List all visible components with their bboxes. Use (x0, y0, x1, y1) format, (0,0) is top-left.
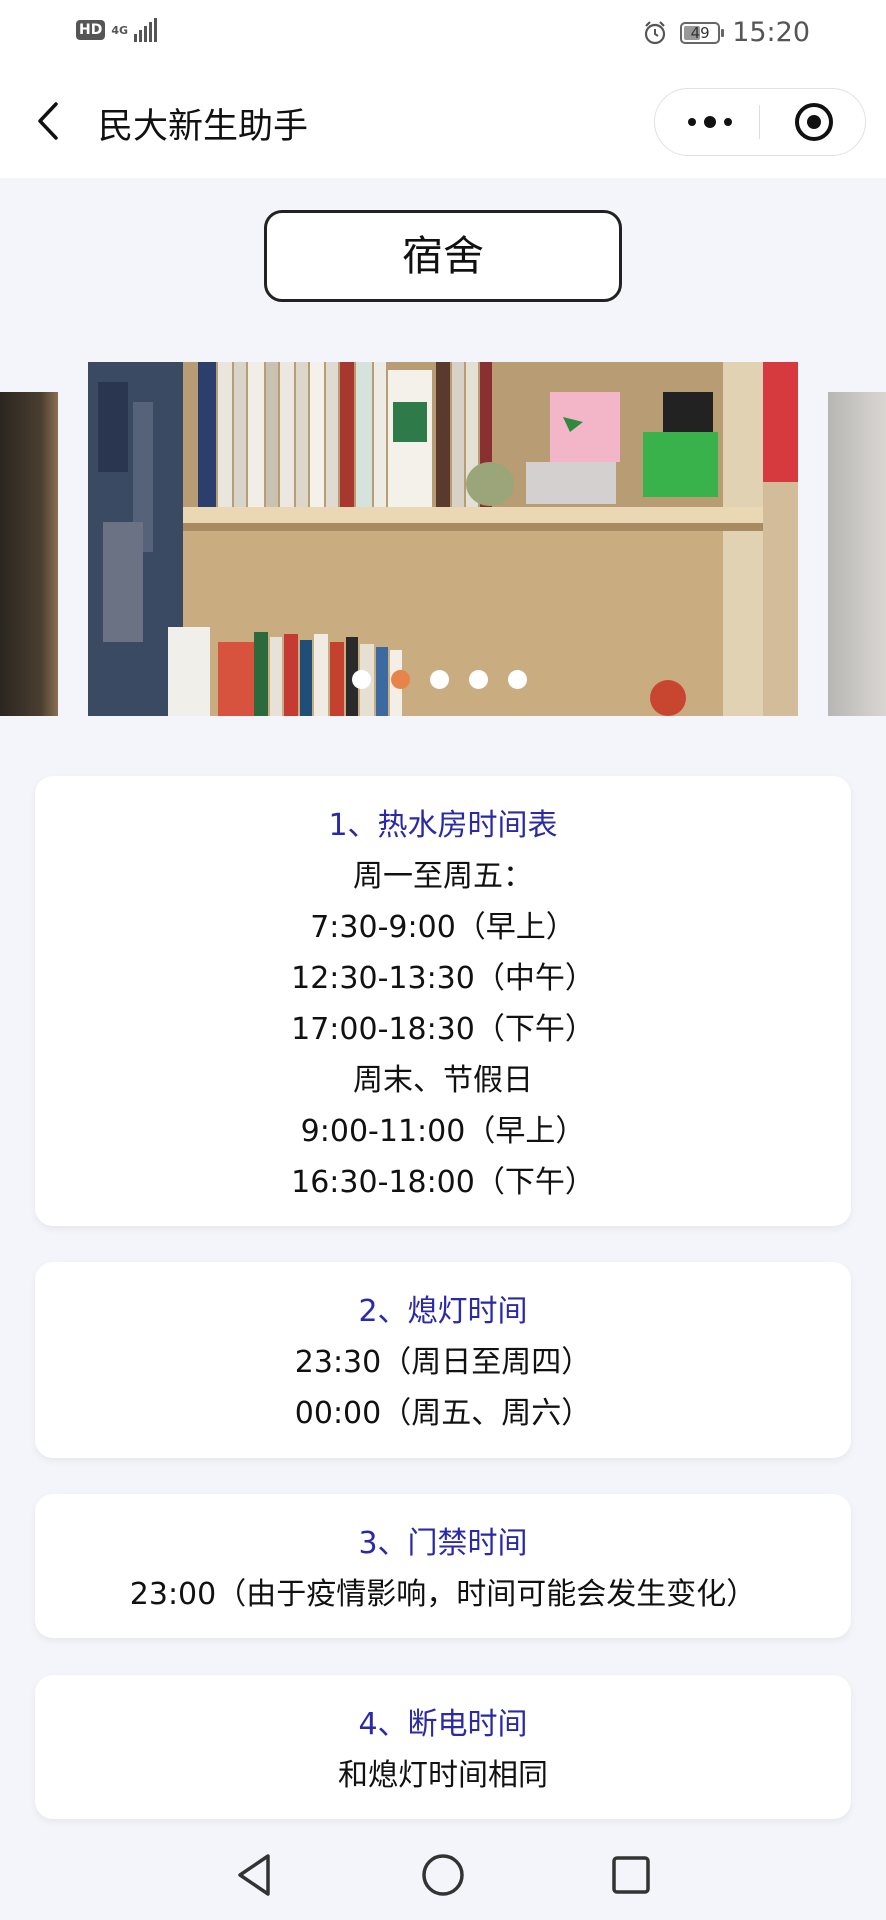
back-triangle-icon (238, 1854, 270, 1896)
carousel-indicators (352, 670, 527, 689)
system-home-button[interactable] (416, 1848, 470, 1902)
carousel-dot[interactable] (430, 670, 449, 689)
card-line: 16:30-18:00（下午） (291, 1165, 595, 1200)
card-line: 23:30（周日至周四） (294, 1345, 592, 1380)
card-line: 周一至周五： (353, 859, 533, 894)
card-line: 和熄灯时间相同 (338, 1758, 548, 1793)
card-title: 4、断电时间 (358, 1707, 528, 1742)
network-type: 4G (111, 23, 129, 37)
card-line: 00:00（周五、周六） (294, 1396, 592, 1431)
card-line: 23:00（由于疫情影响，时间可能会发生变化） (129, 1577, 757, 1612)
alarm-clock-icon (645, 20, 666, 44)
status-right: 49 15:20 (642, 17, 810, 48)
section-title: 宿舍 (264, 210, 622, 302)
recents-square-icon (612, 1856, 650, 1894)
page-title: 民大新生助手 (98, 107, 309, 147)
dorm-bookshelf-photo (88, 362, 798, 716)
lights-out-card: 2、熄灯时间 23:30（周日至周四） 00:00（周五、周六） (35, 1262, 851, 1458)
system-back-button[interactable] (228, 1848, 282, 1902)
back-button[interactable] (28, 96, 68, 146)
capsule-divider (759, 105, 760, 139)
battery-level: 49 (690, 23, 710, 42)
card-line: 9:00-11:00（早上） (300, 1114, 586, 1149)
card-title: 1、热水房时间表 (328, 808, 558, 843)
close-button[interactable] (779, 99, 849, 145)
system-nav-bar (0, 1830, 886, 1920)
card-title: 3、门禁时间 (358, 1526, 528, 1561)
battery-icon: 49 (680, 21, 725, 44)
carousel-dot[interactable] (352, 670, 371, 689)
carousel-dot[interactable] (469, 670, 488, 689)
home-circle-icon (422, 1854, 464, 1896)
carousel-slide-prev[interactable] (0, 392, 58, 716)
capsule-menu (654, 88, 866, 156)
hd-badge: HD (76, 20, 106, 40)
status-time: 15:20 (732, 17, 810, 48)
more-button[interactable] (675, 99, 745, 145)
status-left: HD 4G (76, 18, 158, 42)
curfew-card: 3、门禁时间 23:00（由于疫情影响，时间可能会发生变化） (35, 1494, 851, 1638)
carousel-slide-next[interactable] (828, 392, 886, 716)
carousel-dot[interactable] (391, 670, 410, 689)
hot-water-card: 1、热水房时间表 周一至周五： 7:30-9:00（早上） 12:30-13:3… (35, 776, 851, 1226)
target-circle-icon (795, 103, 833, 141)
carousel-dot[interactable] (508, 670, 527, 689)
signal-bars-icon (134, 18, 158, 42)
card-line: 12:30-13:30（中午） (291, 961, 595, 996)
chevron-left-icon (38, 102, 58, 140)
nav-bar: 民大新生助手 (0, 70, 886, 178)
card-line: 周末、节假日 (353, 1063, 533, 1098)
card-title: 2、熄灯时间 (358, 1294, 528, 1329)
image-carousel[interactable] (0, 362, 886, 716)
power-off-card: 4、断电时间 和熄灯时间相同 (35, 1675, 851, 1819)
carousel-slide-current[interactable] (88, 362, 798, 716)
card-line: 7:30-9:00（早上） (310, 910, 576, 945)
more-dots-icon (688, 116, 732, 128)
card-line: 17:00-18:30（下午） (291, 1012, 595, 1047)
status-bar: HD 4G 49 15:20 (0, 0, 886, 70)
system-recents-button[interactable] (604, 1848, 658, 1902)
